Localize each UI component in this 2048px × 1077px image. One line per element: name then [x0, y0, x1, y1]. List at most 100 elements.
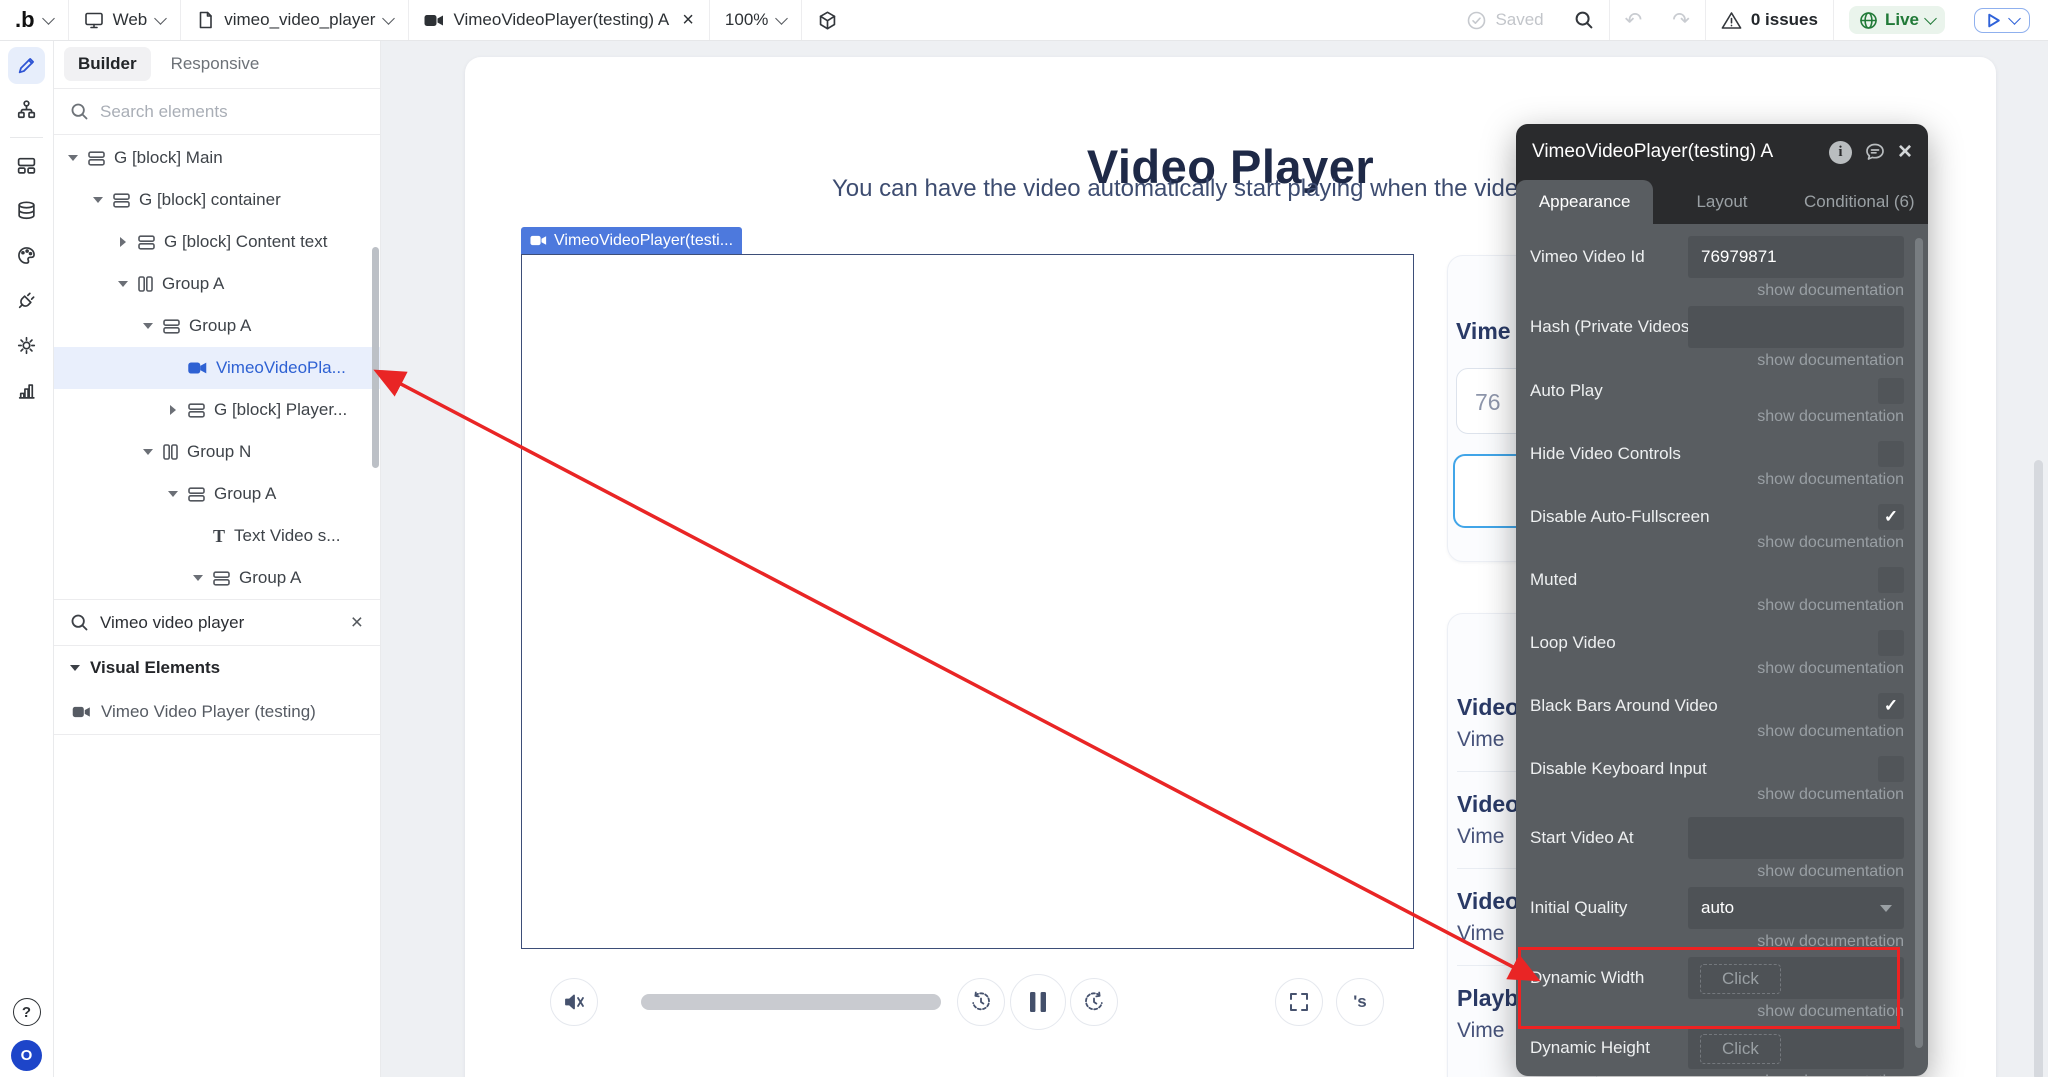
forward-button[interactable] [1070, 978, 1118, 1026]
tab-responsive[interactable]: Responsive [157, 47, 274, 81]
redo-button[interactable]: ↷ [1657, 0, 1705, 40]
tree-item-label: Group A [189, 316, 251, 336]
zoom-level-label: 100% [725, 10, 768, 30]
show-documentation-link[interactable]: show documentation [1757, 471, 1904, 489]
tree-item-text-video-s[interactable]: TText Video s... [53, 515, 380, 557]
tree-scrollbar[interactable] [372, 247, 379, 468]
tree-item-g-block-player[interactable]: G [block] Player... [53, 389, 380, 431]
tab-appearance[interactable]: Appearance [1516, 180, 1653, 224]
issues-indicator[interactable]: 0 issues [1706, 0, 1833, 40]
field-label: Vimeo Video Id [1530, 247, 1645, 267]
undo-button[interactable]: ↶ [1610, 0, 1658, 40]
show-documentation-link[interactable]: show documentation [1757, 352, 1904, 370]
tree-item-group-a[interactable]: Group A [53, 305, 380, 347]
tree-item-group-a[interactable]: Group A [53, 557, 380, 599]
tree-expand-arrow[interactable] [117, 276, 129, 292]
element-tree-search[interactable]: Search elements [53, 89, 380, 135]
video-progress-bar[interactable] [641, 994, 941, 1010]
tree-expand-arrow[interactable] [117, 237, 129, 247]
dynamic-width-click-button[interactable]: Click [1700, 964, 1781, 994]
muted-checkbox[interactable] [1878, 567, 1904, 593]
dynamic-height-input[interactable]: Click [1688, 1027, 1904, 1069]
tab-builder[interactable]: Builder [64, 47, 151, 81]
tree-item-g-block-content-text[interactable]: G [block] Content text [53, 221, 380, 263]
show-documentation-link[interactable]: show documentation [1757, 786, 1904, 804]
show-documentation-link[interactable]: show documentation [1757, 408, 1904, 426]
disable-auto-fullscreen-checkbox[interactable]: ✓ [1878, 504, 1904, 530]
environment-select[interactable]: Live [1834, 0, 1960, 40]
tree-expand-arrow[interactable] [92, 192, 104, 208]
rewind-button[interactable] [957, 978, 1005, 1026]
info-icon[interactable]: i [1829, 141, 1852, 164]
disable-keyboard-input-checkbox[interactable] [1878, 756, 1904, 782]
rail-design-button[interactable] [8, 47, 45, 84]
tree-expand-arrow[interactable] [167, 405, 179, 415]
speed-button[interactable]: 's [1336, 978, 1384, 1026]
initial-quality-select[interactable]: auto [1688, 887, 1904, 929]
tree-item-vimeovideopla[interactable]: VimeoVideoPla... [53, 347, 380, 389]
component-library-button[interactable] [802, 0, 853, 40]
rail-logs-button[interactable] [8, 372, 45, 409]
clear-search-icon[interactable]: × [351, 612, 363, 633]
tree-expand-arrow[interactable] [192, 570, 204, 586]
preview-button[interactable] [1974, 8, 2030, 33]
tree-item-group-a[interactable]: Group A [53, 263, 380, 305]
tree-item-g-block-main[interactable]: G [block] Main [53, 137, 380, 179]
loop-video-checkbox[interactable] [1878, 630, 1904, 656]
mute-button[interactable] [550, 978, 598, 1026]
show-documentation-link[interactable]: show documentation [1757, 723, 1904, 741]
element-library-search[interactable]: Vimeo video player × [53, 599, 380, 646]
show-documentation-link[interactable]: show documentation [1757, 1073, 1904, 1076]
start-video-at-input[interactable] [1688, 817, 1904, 859]
tree-expand-arrow[interactable] [142, 318, 154, 334]
black-bars-around-video-checkbox[interactable]: ✓ [1878, 693, 1904, 719]
rail-workflow-button[interactable] [8, 91, 45, 128]
close-icon[interactable]: × [682, 9, 694, 32]
canvas-scrollbar[interactable] [2034, 460, 2043, 1077]
tree-item-group-a[interactable]: Group A [53, 473, 380, 515]
rail-settings-button[interactable] [8, 327, 45, 364]
show-documentation-link[interactable]: show documentation [1757, 282, 1904, 300]
vimeo-video-id-input[interactable]: 76979871 [1688, 236, 1904, 278]
show-documentation-link[interactable]: show documentation [1757, 1003, 1904, 1021]
dynamic-width-input[interactable]: Click [1688, 957, 1904, 999]
pause-button[interactable] [1010, 974, 1066, 1030]
tab-layout[interactable]: Layout [1653, 180, 1790, 224]
tree-expand-arrow[interactable] [67, 150, 79, 166]
help-button[interactable]: ? [13, 998, 41, 1026]
tree-item-g-block-container[interactable]: G [block] container [53, 179, 380, 221]
dynamic-height-click-button[interactable]: Click [1700, 1034, 1781, 1064]
auto-play-checkbox[interactable] [1878, 378, 1904, 404]
device-mode-select[interactable]: Web [69, 0, 181, 40]
rail-styles-button[interactable] [8, 237, 45, 274]
library-item-vimeo-player[interactable]: Vimeo Video Player (testing) [53, 690, 380, 735]
rail-plugins-button[interactable] [8, 282, 45, 319]
comment-bubble-icon[interactable] [1864, 141, 1886, 163]
rail-components-button[interactable] [8, 147, 45, 184]
tree-expand-arrow[interactable] [167, 486, 179, 502]
search-button[interactable] [1559, 0, 1609, 40]
panel-scrollbar[interactable] [1915, 238, 1923, 1048]
hash-private-videos-input[interactable] [1688, 306, 1904, 348]
element-tab[interactable]: VimeoVideoPlayer(testing) A × [409, 0, 708, 40]
close-icon[interactable]: × [1898, 140, 1912, 164]
fullscreen-button[interactable] [1275, 978, 1323, 1026]
selected-element-label[interactable]: VimeoVideoPlayer(testi... [521, 227, 742, 254]
show-documentation-link[interactable]: show documentation [1757, 660, 1904, 678]
tab-conditional[interactable]: Conditional (6) [1791, 180, 1928, 224]
vimeo-video-player-element[interactable] [521, 254, 1414, 949]
tree-item-group-n[interactable]: Group N [53, 431, 380, 473]
tree-expand-arrow[interactable] [142, 444, 154, 460]
hide-video-controls-checkbox[interactable] [1878, 441, 1904, 467]
zoom-select[interactable]: 100% [710, 0, 801, 40]
show-documentation-link[interactable]: show documentation [1757, 597, 1904, 615]
logo-menu[interactable]: b [0, 0, 68, 40]
show-documentation-link[interactable]: show documentation [1757, 933, 1904, 951]
property-panel-header[interactable]: VimeoVideoPlayer(testing) A i × [1516, 124, 1928, 180]
user-avatar[interactable]: O [11, 1040, 42, 1071]
section-visual-elements[interactable]: Visual Elements [53, 646, 380, 690]
page-select[interactable]: vimeo_video_player [181, 0, 408, 40]
rail-data-button[interactable] [8, 192, 45, 229]
show-documentation-link[interactable]: show documentation [1757, 863, 1904, 881]
show-documentation-link[interactable]: show documentation [1757, 534, 1904, 552]
